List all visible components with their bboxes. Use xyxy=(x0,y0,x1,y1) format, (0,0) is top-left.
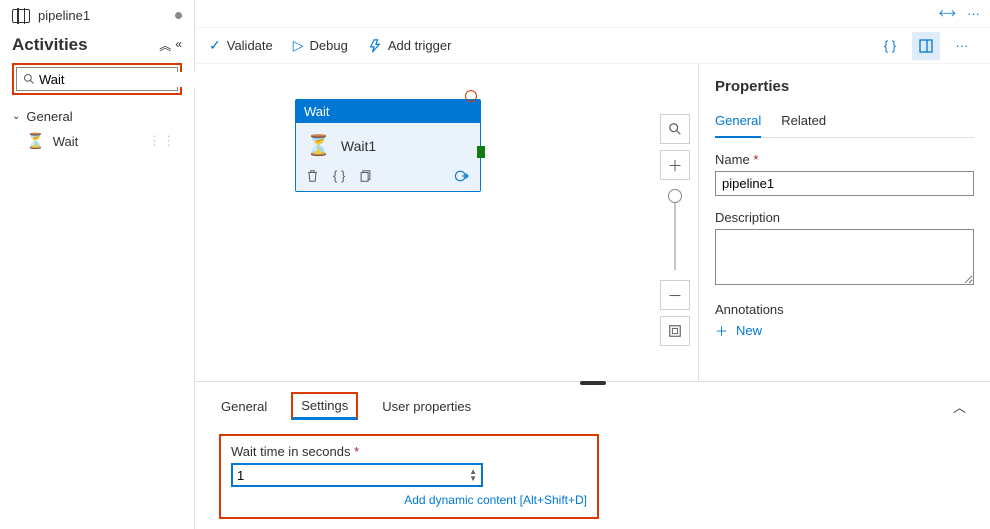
node-title: Wait1 xyxy=(341,138,376,154)
node-header: Wait xyxy=(296,100,480,123)
properties-title: Properties xyxy=(715,78,974,95)
search-icon xyxy=(23,73,35,85)
activity-item-wait[interactable]: ⏳ Wait ⋮⋮ xyxy=(12,128,182,154)
hourglass-icon: ⏳ xyxy=(306,133,331,158)
trigger-icon xyxy=(368,39,382,53)
properties-toggle-button[interactable] xyxy=(912,32,940,60)
number-spinner[interactable]: ▲▼ xyxy=(469,468,477,482)
add-trigger-button[interactable]: Add trigger xyxy=(368,38,452,53)
add-dynamic-content-link[interactable]: Add dynamic content [Alt+Shift+D] xyxy=(231,493,587,507)
zoom-out-button[interactable]: － xyxy=(660,280,690,310)
dirty-indicator-icon xyxy=(175,12,182,19)
wait-time-input-wrap[interactable]: ▲▼ xyxy=(231,463,483,487)
wait-time-label: Wait time in seconds * xyxy=(231,444,587,459)
code-icon[interactable]: { } xyxy=(333,168,345,183)
hourglass-icon: ⏳ xyxy=(26,132,45,150)
activities-search-input[interactable] xyxy=(39,72,215,87)
bottom-tab-settings[interactable]: Settings xyxy=(291,392,358,420)
settings-highlight: Wait time in seconds * ▲▼ Add dynamic co… xyxy=(219,434,599,519)
name-field-label: Name * xyxy=(715,152,974,167)
bottom-tab-user-properties[interactable]: User properties xyxy=(380,395,473,418)
node-status-icon xyxy=(465,90,477,102)
zoom-search-button[interactable] xyxy=(660,114,690,144)
activity-item-label: Wait xyxy=(53,134,79,149)
category-general[interactable]: ⌄ General xyxy=(12,105,182,128)
activities-search[interactable] xyxy=(16,67,178,91)
description-input[interactable] xyxy=(715,229,974,285)
collapse-all-icon[interactable]: ︽ xyxy=(159,37,171,54)
zoom-in-button[interactable]: ＋ xyxy=(660,150,690,180)
name-input[interactable] xyxy=(715,171,974,196)
search-highlight xyxy=(12,63,182,95)
collapse-panel-icon[interactable]: « xyxy=(175,37,182,54)
validate-label: Validate xyxy=(227,38,273,53)
properties-tab-related[interactable]: Related xyxy=(781,109,826,137)
pipeline-tab[interactable]: pipeline1 xyxy=(12,8,182,23)
add-trigger-label: Add trigger xyxy=(388,38,452,53)
more-icon[interactable]: ··· xyxy=(967,6,980,21)
category-label: General xyxy=(26,109,72,124)
add-annotation-button[interactable]: ＋ New xyxy=(715,321,974,340)
delete-icon[interactable] xyxy=(306,169,319,183)
validate-button[interactable]: ✓ Validate xyxy=(209,37,273,54)
activities-heading: Activities xyxy=(12,35,88,55)
toolbar-more-button[interactable]: ··· xyxy=(948,32,976,60)
drag-grip-icon: ⋮⋮ xyxy=(148,133,176,149)
debug-label: Debug xyxy=(310,38,348,53)
debug-button[interactable]: ▷ Debug xyxy=(293,37,348,54)
collapse-bottom-icon[interactable]: ︿ xyxy=(953,397,966,416)
expand-icon[interactable]: ⤢ xyxy=(936,3,958,25)
plus-icon: ＋ xyxy=(715,321,728,340)
code-view-button[interactable]: { } xyxy=(876,32,904,60)
properties-tab-general[interactable]: General xyxy=(715,109,761,138)
add-annotation-label: New xyxy=(736,323,762,338)
wait-time-input[interactable] xyxy=(237,468,469,483)
chevron-down-icon: ⌄ xyxy=(12,111,20,122)
description-field-label: Description xyxy=(715,210,974,225)
check-icon: ✓ xyxy=(209,37,221,54)
bottom-tab-general[interactable]: General xyxy=(219,395,269,418)
copy-icon[interactable] xyxy=(359,169,372,183)
goto-icon[interactable] xyxy=(454,169,470,183)
play-icon: ▷ xyxy=(293,37,304,54)
node-output-port[interactable] xyxy=(477,146,485,158)
wait-activity-node[interactable]: Wait ⏳ Wait1 { } xyxy=(295,99,481,192)
pipeline-tab-title: pipeline1 xyxy=(38,8,90,23)
zoom-slider[interactable] xyxy=(674,190,676,270)
pipeline-icon xyxy=(12,9,30,23)
resize-handle[interactable] xyxy=(580,381,606,385)
pipeline-canvas[interactable]: Wait ⏳ Wait1 { } xyxy=(195,64,652,381)
zoom-fit-button[interactable] xyxy=(660,316,690,346)
annotations-label: Annotations xyxy=(715,302,974,317)
zoom-thumb[interactable] xyxy=(668,189,682,203)
